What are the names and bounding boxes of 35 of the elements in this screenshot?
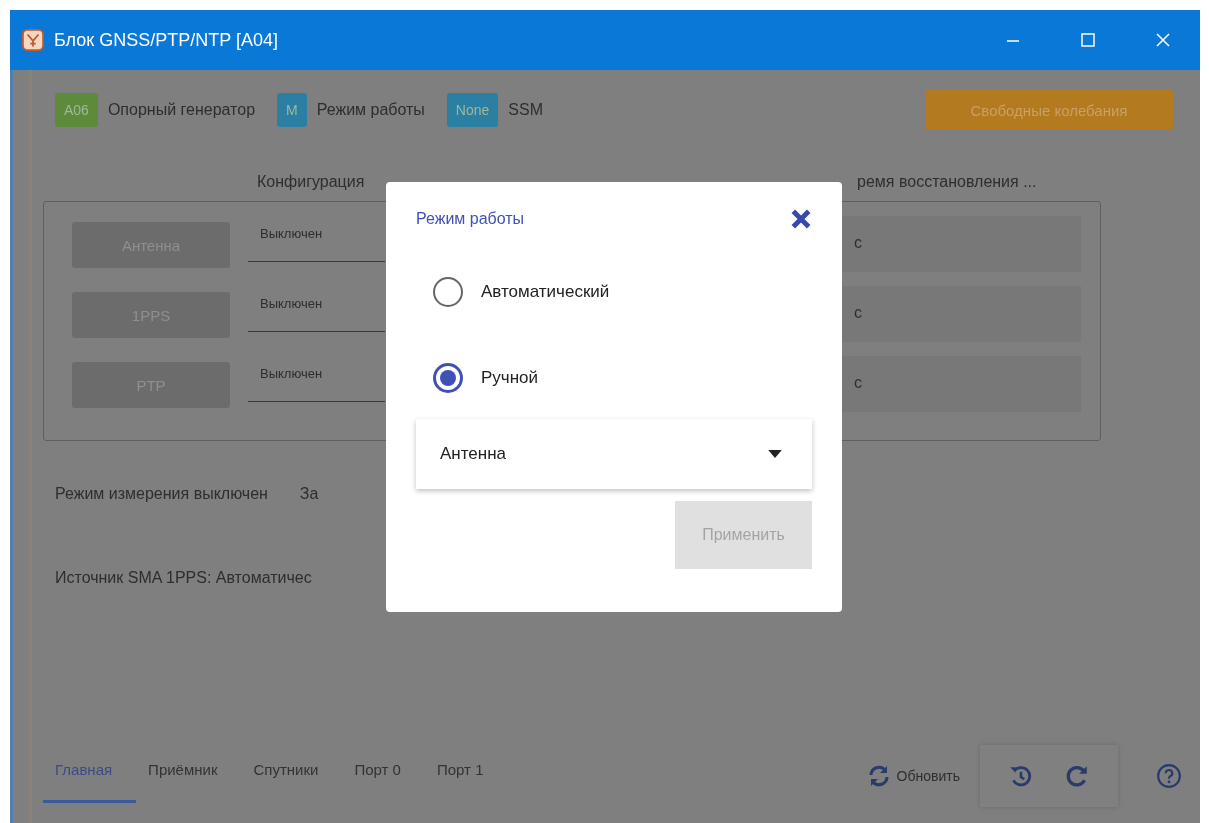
info-text: Режим измерения выключен bbox=[55, 485, 268, 503]
nav-tab[interactable]: Приёмник bbox=[136, 749, 242, 803]
history-icon[interactable] bbox=[1008, 763, 1034, 789]
status-badge: M bbox=[277, 93, 307, 127]
maximize-icon[interactable] bbox=[1079, 32, 1096, 48]
help-icon[interactable] bbox=[1156, 763, 1182, 789]
info-text: За bbox=[299, 485, 319, 503]
info-text: Источник SMA 1PPS: Автоматичес bbox=[55, 569, 312, 587]
close-icon[interactable] bbox=[790, 208, 812, 230]
app-logo-icon bbox=[22, 29, 44, 51]
status-label: Опорный генератор bbox=[107, 101, 256, 119]
status-badge: None bbox=[446, 93, 499, 127]
dialog-title: Режим работы bbox=[416, 210, 525, 228]
mode-select[interactable]: Выключен bbox=[248, 362, 385, 402]
column-heading: ремя восстановления ... bbox=[857, 173, 1037, 192]
status-label: SSM bbox=[508, 101, 543, 119]
nav-tab[interactable]: Порт 1 bbox=[424, 749, 508, 803]
nav-tab[interactable]: Спутники bbox=[241, 749, 343, 803]
nav-tab[interactable]: Порт 0 bbox=[342, 749, 425, 803]
recovery-field[interactable]: с bbox=[842, 216, 1081, 272]
mode-select[interactable]: Выключен bbox=[248, 292, 385, 332]
recovery-field[interactable]: с bbox=[842, 286, 1081, 342]
window-title: Блок GNSS/PTP/NTP [A04] bbox=[54, 29, 278, 51]
mode-select[interactable]: Выключен bbox=[248, 222, 385, 262]
column-heading: Конфигурация bbox=[257, 173, 366, 192]
status-badge: A06 bbox=[55, 93, 98, 127]
radio-option[interactable]: Автоматический bbox=[416, 277, 610, 307]
radio-option[interactable]: Ручной bbox=[416, 363, 539, 393]
nav-tab[interactable]: Главная bbox=[43, 749, 137, 803]
recovery-field[interactable]: с bbox=[842, 356, 1081, 412]
refresh-button[interactable]: Обновить bbox=[860, 763, 966, 789]
status-label: Режим работы bbox=[316, 101, 425, 119]
caret-icon bbox=[768, 449, 782, 459]
redo-icon[interactable] bbox=[1064, 763, 1090, 789]
source-select[interactable]: Антенна bbox=[416, 419, 812, 489]
